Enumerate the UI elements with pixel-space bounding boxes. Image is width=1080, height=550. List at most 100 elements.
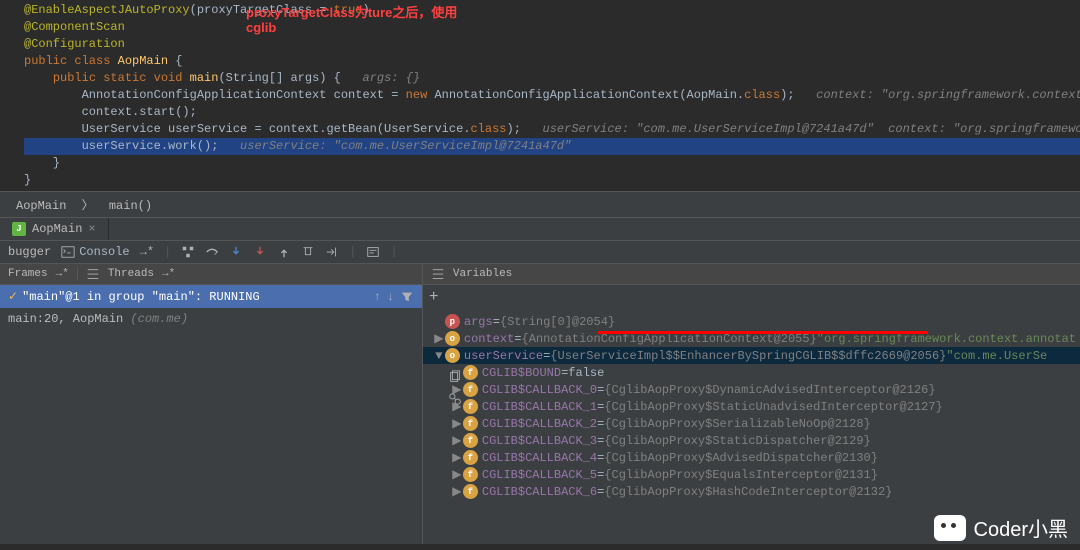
variable-row[interactable]: fCGLIB$BOUND = false <box>423 364 1080 381</box>
variable-row[interactable]: ▶fCGLIB$CALLBACK_2 = {CglibAopProxy$Seri… <box>423 415 1080 432</box>
var-name: CGLIB$CALLBACK_6 <box>482 485 597 499</box>
pin-icon[interactable]: →* <box>162 268 175 280</box>
var-name: CGLIB$CALLBACK_3 <box>482 434 597 448</box>
breadcrumb-method[interactable]: main() <box>109 199 152 213</box>
editor-tab-bar: J AopMain × <box>0 218 1080 241</box>
breadcrumb-class[interactable]: AopMain <box>16 199 66 213</box>
debug-panels: Frames →* Threads →* ✓ "main"@1 in group… <box>0 264 1080 544</box>
threads-icon <box>86 267 100 281</box>
threads-label[interactable]: Threads <box>108 268 154 280</box>
chevron-right-icon: 〉 <box>82 199 94 213</box>
expand-arrow-icon[interactable]: ▼ <box>433 349 445 363</box>
close-icon[interactable]: × <box>88 222 95 236</box>
var-name: args <box>464 315 493 329</box>
separator <box>77 267 78 281</box>
evaluate-expression-icon[interactable] <box>366 245 380 259</box>
var-badge-icon: f <box>463 450 478 465</box>
prev-frame-icon[interactable]: ↑ <box>373 290 380 304</box>
thread-status-icon: ✓ <box>8 289 18 304</box>
watermark-text: Coder小黑 <box>974 513 1068 542</box>
expand-arrow-icon[interactable]: ▶ <box>451 416 463 431</box>
separator: | <box>390 245 397 259</box>
var-value: {CglibAopProxy$SerializableNoOp@2128} <box>604 417 870 431</box>
code-line[interactable]: userService.work(); userService: "com.me… <box>24 138 1080 155</box>
var-name: CGLIB$CALLBACK_4 <box>482 451 597 465</box>
variable-row[interactable]: ▶fCGLIB$CALLBACK_1 = {CglibAopProxy$Stat… <box>423 398 1080 415</box>
step-out-icon[interactable] <box>277 245 291 259</box>
expand-arrow-icon[interactable]: ▶ <box>433 331 445 346</box>
copy-icon[interactable] <box>448 370 462 384</box>
code-line[interactable]: } <box>24 155 1080 172</box>
variables-tree[interactable]: pargs = {String[0]@2054}▶ocontext = {Ann… <box>423 309 1080 544</box>
step-over-icon[interactable] <box>205 245 219 259</box>
variables-toolbar: + <box>423 285 1080 309</box>
var-name: userService <box>464 349 543 363</box>
tab-debugger[interactable]: bugger <box>8 245 51 259</box>
var-value: {CglibAopProxy$HashCodeInterceptor@2132} <box>604 485 892 499</box>
variable-row[interactable]: ▶fCGLIB$CALLBACK_3 = {CglibAopProxy$Stat… <box>423 432 1080 449</box>
frames-panel: Frames →* Threads →* ✓ "main"@1 in group… <box>0 264 423 544</box>
stack-frame[interactable]: main:20, AopMain (com.me) <box>0 308 422 330</box>
link-icon[interactable] <box>448 392 462 406</box>
next-frame-icon[interactable]: ↓ <box>387 290 394 304</box>
variable-row[interactable]: ▶fCGLIB$CALLBACK_6 = {CglibAopProxy$Hash… <box>423 483 1080 500</box>
var-value: {CglibAopProxy$AdvisedDispatcher@2130} <box>604 451 878 465</box>
side-tool-icons <box>448 370 462 406</box>
var-value: {CglibAopProxy$StaticDispatcher@2129} <box>604 434 870 448</box>
code-line[interactable]: public static void main(String[] args) {… <box>24 70 1080 87</box>
code-line[interactable]: public class AopMain { <box>24 53 1080 70</box>
thread-name: "main"@1 in group "main": RUNNING <box>22 290 260 304</box>
var-value: false <box>568 366 604 380</box>
code-line[interactable]: UserService userService = context.getBea… <box>24 121 1080 138</box>
run-to-cursor-icon[interactable] <box>325 245 339 259</box>
force-step-into-icon[interactable] <box>253 245 267 259</box>
var-badge-icon: f <box>463 399 478 414</box>
variable-row[interactable]: ▶fCGLIB$CALLBACK_0 = {CglibAopProxy$Dyna… <box>423 381 1080 398</box>
filter-icon[interactable] <box>400 290 414 304</box>
frames-label[interactable]: Frames <box>8 268 48 280</box>
variables-panel: Variables + pargs = {String[0]@2054}▶oco… <box>423 264 1080 544</box>
variables-header: Variables <box>423 264 1080 285</box>
wechat-icon <box>934 515 966 541</box>
tab-console[interactable]: Console <box>61 245 129 259</box>
var-value: {CglibAopProxy$StaticUnadvisedIntercepto… <box>604 400 942 414</box>
code-line[interactable]: @Configuration <box>24 36 1080 53</box>
code-line[interactable]: AnnotationConfigApplicationContext conte… <box>24 87 1080 104</box>
show-execution-point-icon[interactable] <box>181 245 195 259</box>
var-value: {CglibAopProxy$EqualsInterceptor@2131} <box>604 468 878 482</box>
var-name: CGLIB$BOUND <box>482 366 561 380</box>
var-badge-icon: p <box>445 314 460 329</box>
watermark: Coder小黑 <box>934 513 1068 542</box>
code-line[interactable]: context.start(); <box>24 104 1080 121</box>
add-watch-icon[interactable]: + <box>429 288 439 306</box>
thread-selector[interactable]: ✓ "main"@1 in group "main": RUNNING ↑ ↓ <box>0 285 422 308</box>
pin-icon[interactable]: →* <box>56 268 69 280</box>
variable-row[interactable]: ▶fCGLIB$CALLBACK_4 = {CglibAopProxy$Advi… <box>423 449 1080 466</box>
red-underline-annotation <box>598 331 928 334</box>
code-line[interactable]: @EnableAspectJAutoProxy(proxyTargetClass… <box>24 2 1080 19</box>
output-arrow-icon[interactable]: →* <box>140 245 154 259</box>
code-line[interactable]: @ComponentScan <box>24 19 1080 36</box>
java-file-icon: J <box>12 222 26 236</box>
var-value: {CglibAopProxy$DynamicAdvisedInterceptor… <box>604 383 935 397</box>
expand-arrow-icon[interactable]: ▶ <box>451 484 463 499</box>
tab-aopmain[interactable]: J AopMain × <box>0 218 109 240</box>
var-badge-icon: f <box>463 365 478 380</box>
drop-frame-icon[interactable] <box>301 245 315 259</box>
debug-toolbar: bugger Console →* | | | <box>0 241 1080 264</box>
var-string: "com.me.UserSe <box>946 349 1047 363</box>
tab-label: AopMain <box>32 222 82 236</box>
variable-row[interactable]: ▼ouserService = {UserServiceImpl$$Enhanc… <box>423 347 1080 364</box>
variable-row[interactable]: ▶fCGLIB$CALLBACK_5 = {CglibAopProxy$Equa… <box>423 466 1080 483</box>
overlay-annotation-2: cglib <box>246 20 276 35</box>
var-name: CGLIB$CALLBACK_1 <box>482 400 597 414</box>
code-line[interactable]: } <box>24 172 1080 189</box>
expand-arrow-icon[interactable]: ▶ <box>451 467 463 482</box>
expand-arrow-icon[interactable]: ▶ <box>451 433 463 448</box>
expand-arrow-icon[interactable]: ▶ <box>451 450 463 465</box>
code-editor[interactable]: @EnableAspectJAutoProxy(proxyTargetClass… <box>0 0 1080 191</box>
overlay-annotation-1: proxyTargetClass为ture之后，使用 <box>246 2 457 21</box>
frame-text: main:20, AopMain <box>8 312 130 326</box>
variable-row[interactable]: pargs = {String[0]@2054} <box>423 313 1080 330</box>
step-into-icon[interactable] <box>229 245 243 259</box>
